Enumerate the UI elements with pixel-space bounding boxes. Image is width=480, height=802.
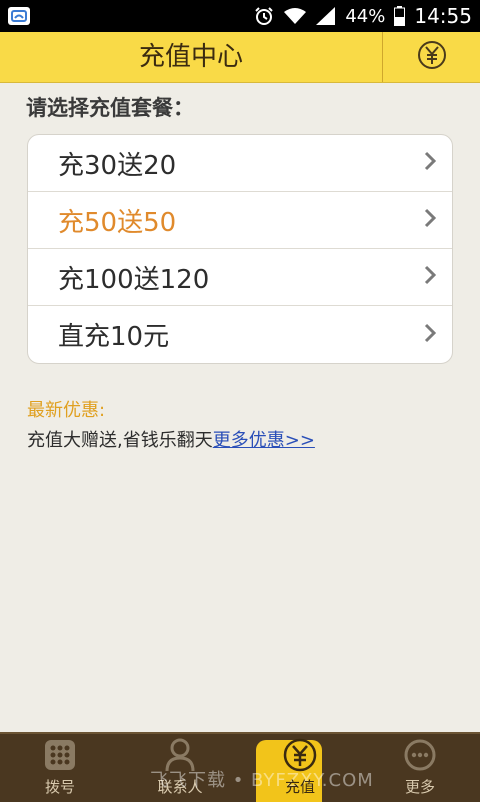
package-label: 直充10元 xyxy=(58,322,170,352)
battery-percent: 44% xyxy=(345,5,386,27)
more-offers-link[interactable]: 更多优惠>> xyxy=(213,430,315,451)
package-label: 充100送120 xyxy=(58,264,210,295)
contact-icon xyxy=(164,738,196,776)
tab-more[interactable]: 更多 xyxy=(360,734,480,802)
wifi-icon xyxy=(283,7,307,25)
offer-title: 最新优惠: xyxy=(27,400,106,421)
offer-text: 充值大赠送,省钱乐翻天更多优惠>> xyxy=(27,426,315,452)
alarm-icon xyxy=(254,6,274,26)
offer-description: 充值大赠送,省钱乐翻天 xyxy=(27,430,213,451)
tab-dial[interactable]: 拨号 xyxy=(0,734,120,802)
more-icon xyxy=(404,739,436,775)
tab-label: 充值 xyxy=(284,778,315,796)
package-label: 充50送50 xyxy=(58,207,177,238)
chevron-right-icon xyxy=(424,265,437,289)
chevron-right-icon xyxy=(424,323,437,347)
tab-label: 更多 xyxy=(404,778,435,796)
package-list: 充30送20 充50送50 充100送120 直充10元 xyxy=(27,134,453,364)
page-title: 充值中心 xyxy=(138,42,243,72)
dialpad-icon xyxy=(44,739,76,775)
package-prompt: 请选择充值套餐： xyxy=(26,96,194,120)
package-item-direct-10[interactable]: 直充10元 xyxy=(28,306,452,363)
tab-label: 拨号 xyxy=(44,778,75,796)
clock-time: 14:55 xyxy=(414,4,472,28)
package-item-30[interactable]: 充30送20 xyxy=(28,135,452,192)
signal-icon xyxy=(316,7,336,25)
battery-icon xyxy=(394,6,406,26)
status-bar: 44% 14:55 xyxy=(0,0,480,32)
package-item-100[interactable]: 充100送120 xyxy=(28,249,452,306)
yuan-icon xyxy=(417,40,447,74)
chevron-right-icon xyxy=(424,151,437,175)
title-bar: 充值中心 xyxy=(0,32,480,83)
app-notification-icon xyxy=(8,7,30,25)
recharge-yuan-button[interactable] xyxy=(383,32,480,82)
yuan-icon xyxy=(283,738,317,776)
package-label: 充30送20 xyxy=(58,150,177,181)
chevron-right-icon xyxy=(424,208,437,232)
package-item-50[interactable]: 充50送50 xyxy=(28,192,452,249)
